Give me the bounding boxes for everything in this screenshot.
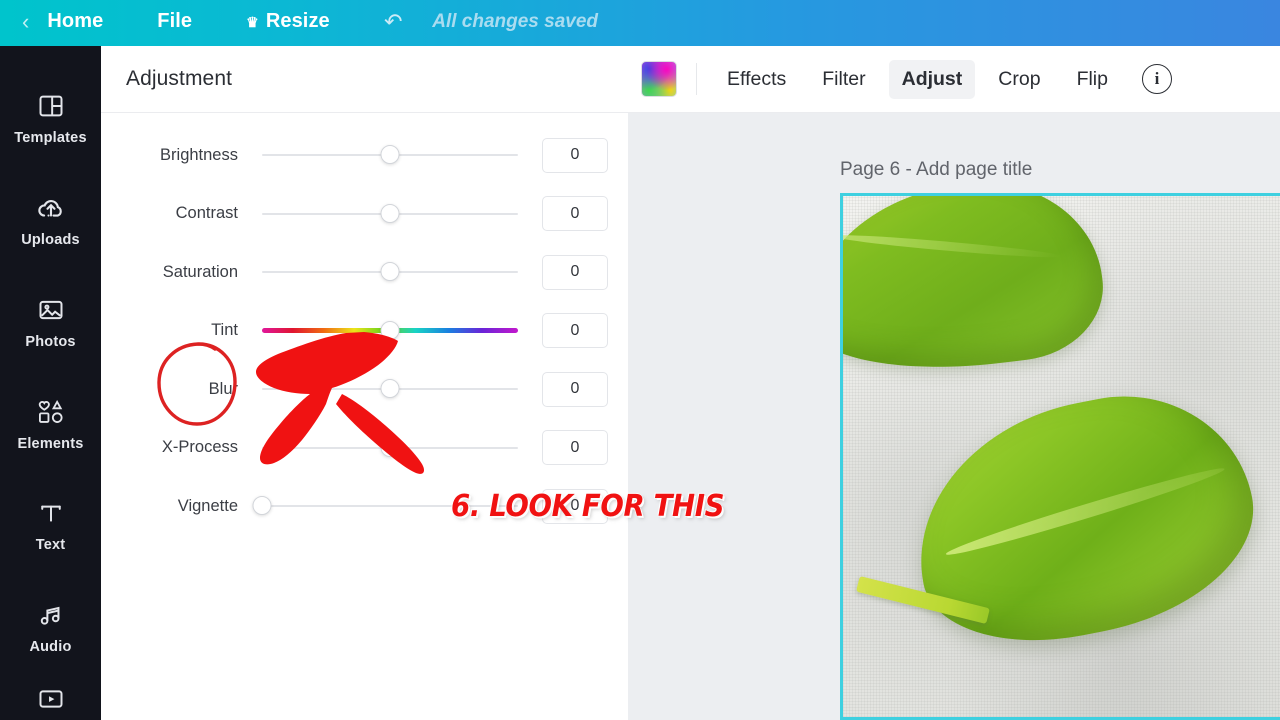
resize-menu-item[interactable]: ♛ Resize — [246, 10, 330, 33]
sidebar-label: Uploads — [21, 232, 80, 249]
page-title-label[interactable]: Page 6 - Add page title — [840, 159, 1032, 181]
slider-knob[interactable] — [252, 496, 272, 516]
selected-image-frame[interactable] — [840, 193, 1280, 720]
audio-note-icon — [36, 600, 66, 630]
upload-cloud-icon — [36, 193, 66, 223]
canvas-area: Effects Filter Adjust Crop Flip i Page 6… — [628, 46, 1280, 720]
tint-value-input[interactable]: 0 — [542, 313, 608, 349]
adjust-row-tint: Tint 0 — [101, 302, 628, 361]
color-gradient-swatch-icon[interactable] — [641, 61, 677, 97]
slider-track — [262, 505, 518, 508]
slider-knob[interactable] — [380, 379, 400, 399]
brightness-value-input[interactable]: 0 — [542, 137, 608, 173]
sidebar-label: Elements — [17, 435, 84, 452]
image-toolbar: Effects Filter Adjust Crop Flip i — [628, 46, 1280, 113]
vignette-value-input[interactable]: 0 — [542, 488, 608, 524]
canva-editor-window: ‹ Home File ♛ Resize ↷ All changes saved… — [0, 0, 1280, 720]
resize-label: Resize — [265, 10, 330, 32]
xprocess-value-input[interactable]: 0 — [542, 430, 608, 466]
adjust-row-brightness: Brightness 0 — [101, 126, 628, 185]
adjust-row-xprocess: X-Process 0 — [101, 419, 628, 478]
slider-knob[interactable] — [380, 320, 400, 340]
tab-filter[interactable]: Filter — [809, 60, 878, 99]
sidebar-item-uploads[interactable]: Uploads — [0, 170, 101, 272]
info-icon[interactable]: i — [1141, 64, 1172, 94]
sidebar-label: Audio — [29, 639, 72, 656]
crown-icon: ♛ — [246, 13, 259, 30]
sidebar-label: Text — [35, 537, 66, 554]
row-label: Blur — [208, 379, 238, 398]
sidebar-item-templates[interactable]: Templates — [0, 68, 101, 170]
video-icon — [36, 684, 66, 714]
xprocess-slider[interactable] — [262, 437, 518, 458]
sidebar-item-text[interactable]: Text — [0, 475, 101, 577]
adjust-row-saturation: Saturation 0 — [101, 243, 628, 302]
save-status-text: All changes saved — [432, 10, 599, 32]
tab-adjust[interactable]: Adjust — [888, 59, 976, 99]
undo-icon[interactable]: ↷ — [384, 9, 402, 35]
slider-knob[interactable] — [380, 262, 400, 282]
left-sidebar: Templates Uploads Photos Elements Text A… — [0, 46, 101, 720]
row-label: Saturation — [162, 262, 238, 281]
vignette-slider[interactable] — [252, 496, 518, 516]
panel-title: Adjustment — [126, 67, 233, 90]
sidebar-label: Templates — [14, 130, 87, 147]
templates-icon — [36, 91, 66, 121]
slider-knob[interactable] — [380, 203, 400, 223]
saturation-slider[interactable] — [262, 262, 518, 282]
row-label: X-Process — [161, 438, 238, 457]
adjustment-rows: Brightness 0 Contrast 0 Saturation 0 Tin… — [101, 113, 628, 536]
adjust-row-vignette: Vignette 0 — [101, 477, 628, 536]
row-label: Brightness — [160, 145, 238, 164]
sidebar-item-audio[interactable]: Audio — [0, 577, 101, 679]
spinach-photo — [843, 196, 1280, 717]
contrast-slider[interactable] — [262, 203, 518, 224]
brightness-slider[interactable] — [262, 145, 518, 165]
tab-flip[interactable]: Flip — [1064, 60, 1121, 99]
tab-crop[interactable]: Crop — [985, 60, 1053, 99]
adjust-row-blur: Blur 0 — [101, 360, 628, 419]
row-label: Vignette — [177, 496, 238, 515]
adjust-row-contrast: Contrast 0 — [101, 185, 628, 244]
top-toolbar: ‹ Home File ♛ Resize ↷ All changes saved — [0, 0, 1280, 46]
home-menu-item[interactable]: Home — [47, 10, 103, 33]
back-chevron-icon[interactable]: ‹ — [22, 10, 29, 33]
toolbar-divider — [696, 63, 697, 95]
sidebar-item-photos[interactable]: Photos — [0, 272, 101, 374]
blur-slider[interactable] — [262, 379, 518, 399]
tint-slider[interactable] — [262, 320, 518, 341]
photo-icon — [36, 295, 66, 325]
text-icon — [36, 498, 66, 528]
slider-knob[interactable] — [380, 145, 400, 165]
blur-value-input[interactable]: 0 — [542, 371, 608, 407]
saturation-value-input[interactable]: 0 — [542, 254, 608, 290]
contrast-value-input[interactable]: 0 — [542, 196, 608, 232]
slider-knob[interactable] — [380, 437, 400, 457]
tab-effects[interactable]: Effects — [714, 60, 799, 99]
adjustment-panel: Adjustment Brightness 0 Contrast 0 Satur… — [101, 46, 628, 720]
row-label: Tint — [211, 321, 238, 340]
shapes-icon — [36, 397, 66, 427]
file-menu-item[interactable]: File — [157, 10, 192, 33]
sidebar-item-elements[interactable]: Elements — [0, 373, 101, 475]
row-label: Contrast — [175, 204, 238, 223]
panel-header: Adjustment — [101, 46, 628, 113]
sidebar-item-videos[interactable] — [0, 679, 101, 720]
sidebar-label: Photos — [25, 333, 76, 350]
